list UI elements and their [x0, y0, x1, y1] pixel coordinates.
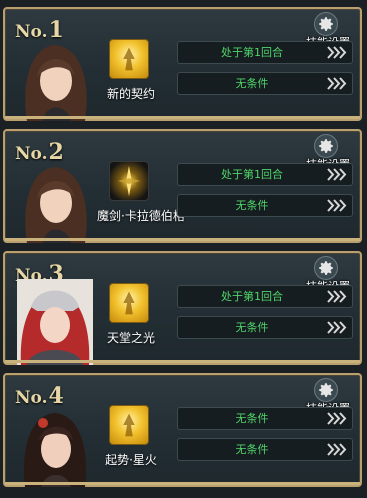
chevron-right-icon — [326, 168, 348, 181]
condition-text: 处于第1回合 — [221, 168, 283, 181]
chevron-right-icon — [326, 443, 348, 456]
chevron-right-icon — [326, 77, 348, 90]
skill-card-4: No.4 技能设置 起势·星火 无条件 无条件 — [3, 373, 362, 487]
chevron-right-icon — [326, 199, 348, 212]
condition-text: 无条件 — [235, 321, 269, 334]
character-portrait — [19, 159, 91, 243]
chevron-right-icon — [326, 412, 348, 425]
condition-text: 无条件 — [235, 77, 269, 90]
condition-slot-1[interactable]: 处于第1回合 — [177, 163, 353, 186]
condition-slot-1[interactable]: 处于第1回合 — [177, 41, 353, 64]
condition-slot-1[interactable]: 无条件 — [177, 407, 353, 430]
gear-icon[interactable] — [314, 378, 338, 402]
gear-icon[interactable] — [314, 256, 338, 280]
condition-text: 无条件 — [235, 443, 269, 456]
skill-card-2: No.2 技能设置 魔剑·卡拉德伯格 处于第1回合 无条件 — [3, 129, 362, 243]
condition-text: 处于第1回合 — [221, 290, 283, 303]
skill-setup-screen: No.1 技能设置 新的契约 处于第1回合 无条件 — [0, 0, 367, 498]
character-portrait — [19, 37, 91, 121]
character-portrait — [19, 403, 91, 487]
skill-icon[interactable] — [109, 405, 149, 445]
chevron-right-icon — [326, 290, 348, 303]
skill-name: 天堂之光 — [106, 331, 155, 345]
condition-text: 无条件 — [235, 199, 269, 212]
condition-text: 无条件 — [235, 412, 269, 425]
character-portrait — [17, 279, 93, 365]
skill-icon[interactable] — [109, 39, 149, 79]
skill-icon[interactable] — [109, 283, 149, 323]
skill-name: 魔剑·卡拉德伯格 — [97, 209, 185, 223]
gear-icon[interactable] — [314, 134, 338, 158]
chevron-right-icon — [326, 321, 348, 334]
skill-card-1: No.1 技能设置 新的契约 处于第1回合 无条件 — [3, 7, 362, 121]
condition-slot-2[interactable]: 无条件 — [177, 194, 353, 217]
gear-icon[interactable] — [314, 12, 338, 36]
skill-icon[interactable] — [109, 161, 149, 201]
condition-slot-1[interactable]: 处于第1回合 — [177, 285, 353, 308]
skill-card-3: No.3 技能设置 天堂之光 处于第1回合 无条件 — [3, 251, 362, 365]
condition-slot-2[interactable]: 无条件 — [177, 438, 353, 461]
condition-text: 处于第1回合 — [221, 46, 283, 59]
skill-name: 起势·星火 — [105, 453, 157, 467]
skill-name: 新的契约 — [106, 87, 155, 101]
chevron-right-icon — [326, 46, 348, 59]
condition-slot-2[interactable]: 无条件 — [177, 72, 353, 95]
condition-slot-2[interactable]: 无条件 — [177, 316, 353, 339]
